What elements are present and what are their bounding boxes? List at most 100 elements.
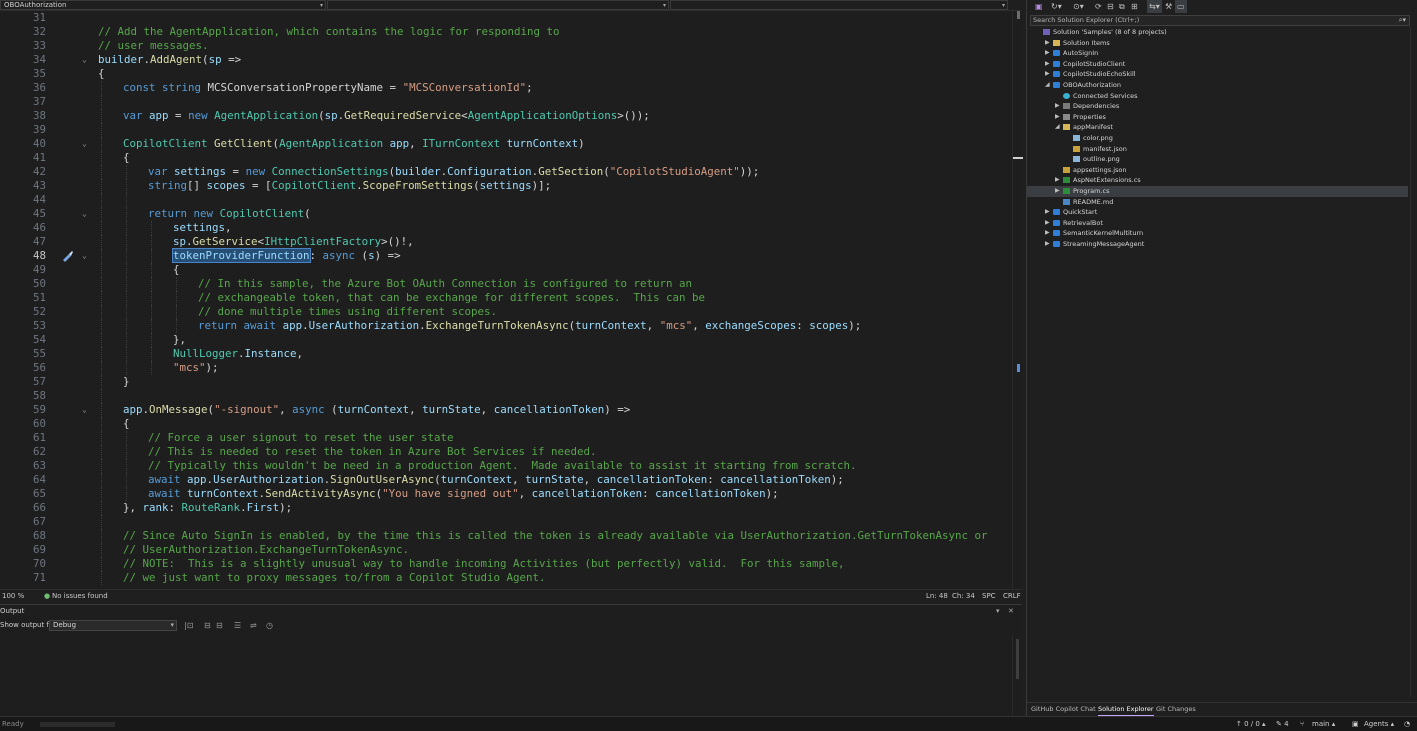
code-line[interactable]: 37	[0, 95, 1012, 109]
code-line[interactable]: 47 sp.GetService<IHttpClientFactory>()!,	[0, 235, 1012, 249]
expand-arrow-icon[interactable]: ▶	[1055, 175, 1060, 186]
code-line[interactable]: 38 var app = new AgentApplication(sp.GetR…	[0, 109, 1012, 123]
output-source-select[interactable]: Debug ▾	[49, 620, 177, 631]
expand-arrow-icon[interactable]: ▶	[1045, 207, 1050, 218]
code-line[interactable]: 60 {	[0, 417, 1012, 431]
tree-item[interactable]: Connected Services	[1027, 91, 1408, 102]
zoom-level[interactable]: 100 %	[2, 590, 24, 602]
expand-arrow-icon[interactable]: ▶	[1045, 69, 1050, 80]
code-line[interactable]: 33 // user messages.	[0, 39, 1012, 53]
code-line[interactable]: 40 ⌄ CopilotClient GetClient(AgentApplicat…	[0, 137, 1012, 151]
solution-explorer-scrollbar[interactable]	[1410, 27, 1416, 697]
tree-item[interactable]: ▶ CopilotStudioEchoSkill	[1027, 69, 1408, 80]
next-message-icon[interactable]: ⊟	[216, 619, 223, 632]
project-scope-dropdown[interactable]: OBOAuthorization ▾	[0, 0, 326, 10]
notifications-icon[interactable]: ◔	[1404, 717, 1410, 731]
refresh-icon[interactable]: ⟳	[1095, 0, 1102, 13]
code-line[interactable]: 51 // exchangeable token, that can be exc…	[0, 291, 1012, 305]
home-icon[interactable]: ▣	[1035, 0, 1043, 13]
code-line[interactable]: 59 ⌄ app.OnMessage("-signout", async (turn…	[0, 403, 1012, 417]
fold-toggle-icon[interactable]: ⌄	[82, 249, 87, 263]
collapse-arrow-icon[interactable]: ◢	[1045, 80, 1050, 91]
tree-item[interactable]: README.md	[1027, 197, 1408, 208]
code-line[interactable]: 44	[0, 193, 1012, 207]
code-line[interactable]: 64 await app.UserAuthorization.SignOutUse…	[0, 473, 1012, 487]
tab-git-changes[interactable]: Git Changes	[1156, 703, 1196, 715]
code-line[interactable]: 63 // Typically this wouldn't be need in …	[0, 459, 1012, 473]
code-line[interactable]: 43 string[] scopes = [CopilotClient.Scope…	[0, 179, 1012, 193]
code-line[interactable]: 41 {	[0, 151, 1012, 165]
search-icon[interactable]: ⌕▾	[1399, 16, 1406, 25]
find-icon[interactable]: |⊡	[184, 619, 193, 632]
clear-all-icon[interactable]: ☰	[234, 619, 241, 632]
properties-wrench-icon[interactable]: ⚒	[1165, 0, 1172, 13]
tree-item[interactable]: ▶ RetrievalBot	[1027, 218, 1408, 229]
code-line[interactable]: 54},	[0, 333, 1012, 347]
type-scope-dropdown[interactable]: ▾	[327, 0, 669, 10]
code-line[interactable]: 34 ⌄ builder.AddAgent(sp =>	[0, 53, 1012, 67]
view-code-icon[interactable]: ⊞	[1131, 0, 1138, 13]
editor-vertical-scrollbar[interactable]	[1012, 11, 1023, 591]
tree-item[interactable]: ▶ CopilotStudioClient	[1027, 59, 1408, 70]
git-sync-status[interactable]: ↑ 0 / 0 ▴	[1236, 717, 1266, 731]
code-line[interactable]: 68 // Since Auto SignIn is enabled, by th…	[0, 529, 1012, 543]
expand-arrow-icon[interactable]: ▶	[1045, 239, 1050, 250]
code-line[interactable]: 52 // done multiple times using different…	[0, 305, 1012, 319]
column-indicator[interactable]: Ch: 34	[952, 590, 975, 602]
quick-actions-brush-icon[interactable]	[60, 249, 74, 263]
code-text-area[interactable]: 31 32 // Add the AgentApplication, which c…	[0, 11, 1012, 589]
pending-edits-indicator[interactable]: ✎ 4	[1276, 717, 1289, 731]
expand-arrow-icon[interactable]: ▶	[1055, 112, 1060, 123]
code-line[interactable]: 56 "mcs");	[0, 361, 1012, 375]
expand-arrow-icon[interactable]: ▶	[1045, 59, 1050, 70]
code-line[interactable]: 49 {	[0, 263, 1012, 277]
code-line[interactable]: 61 // Force a user signout to reset the u…	[0, 431, 1012, 445]
expand-arrow-icon[interactable]: ▶	[1045, 48, 1050, 59]
solution-explorer-search-input[interactable]: Search Solution Explorer (Ctrl+;) ⌕▾	[1030, 15, 1410, 26]
pending-changes-icon[interactable]: ⊙▾	[1073, 0, 1084, 13]
code-line[interactable]: 70 // NOTE: This is a slightly unusual wa…	[0, 557, 1012, 571]
tree-item[interactable]: ◢ appManifest	[1027, 122, 1408, 133]
show-all-files-icon[interactable]: ⧉	[1119, 0, 1125, 13]
fold-toggle-icon[interactable]: ⌄	[82, 207, 87, 221]
output-vertical-scrollbar[interactable]	[1012, 635, 1022, 715]
code-line[interactable]: 32 // Add the AgentApplication, which con…	[0, 25, 1012, 39]
tree-item[interactable]: appsettings.json	[1027, 165, 1408, 176]
code-line[interactable]: 67	[0, 515, 1012, 529]
code-line[interactable]: 45 ⌄ return new CopilotClient(	[0, 207, 1012, 221]
code-line[interactable]: 57}	[0, 375, 1012, 389]
branch-selector[interactable]: main ▴	[1312, 717, 1335, 731]
code-line[interactable]: 65 await turnContext.SendActivityAsync("Y…	[0, 487, 1012, 501]
expand-arrow-icon[interactable]: ▶	[1055, 101, 1060, 112]
fold-toggle-icon[interactable]: ⌄	[82, 403, 87, 417]
code-line[interactable]: 53 return await app.UserAuthorization.Exc…	[0, 319, 1012, 333]
scroll-thumb[interactable]	[1016, 639, 1019, 679]
tree-item[interactable]: outline.png	[1027, 154, 1408, 165]
member-scope-dropdown[interactable]: ▾	[670, 0, 1008, 10]
code-line[interactable]: 35 {	[0, 67, 1012, 81]
expand-arrow-icon[interactable]: ▶	[1055, 186, 1060, 197]
tree-item[interactable]: color.png	[1027, 133, 1408, 144]
tree-item[interactable]: ▶ StreamingMessageAgent	[1027, 239, 1408, 250]
code-line[interactable]: 42 var settings = new ConnectionSettings(…	[0, 165, 1012, 179]
tree-item[interactable]: Solution 'Samples' (8 of 8 projects)	[1027, 27, 1408, 38]
clock-icon[interactable]: ◷	[266, 619, 273, 632]
tab-solution-explorer[interactable]: Solution Explorer	[1098, 703, 1154, 716]
expand-arrow-icon[interactable]: ▶	[1045, 218, 1050, 229]
tree-item[interactable]: ▶ QuickStart	[1027, 207, 1408, 218]
collapse-all-icon[interactable]: ⊟	[1107, 0, 1114, 13]
fold-toggle-icon[interactable]: ⌄	[82, 137, 87, 151]
tree-item[interactable]: ▶ Program.cs	[1027, 186, 1408, 197]
line-indicator[interactable]: Ln: 48	[926, 590, 948, 602]
tree-item[interactable]: ◢ OBOAuthorization	[1027, 80, 1408, 91]
fold-toggle-icon[interactable]: ⌄	[82, 53, 87, 67]
code-line[interactable]: 39	[0, 123, 1012, 137]
tree-item[interactable]: ▶ AspNetExtensions.cs	[1027, 175, 1408, 186]
tree-item[interactable]: manifest.json	[1027, 144, 1408, 155]
whitespace-indicator[interactable]: SPC	[982, 590, 996, 602]
code-line[interactable]: 46 settings,	[0, 221, 1012, 235]
code-line[interactable]: 58	[0, 389, 1012, 403]
code-line[interactable]: 71 // we just want to proxy messages to/f…	[0, 571, 1012, 585]
tree-item[interactable]: ▶ Properties	[1027, 112, 1408, 123]
collapse-arrow-icon[interactable]: ◢	[1055, 122, 1060, 133]
